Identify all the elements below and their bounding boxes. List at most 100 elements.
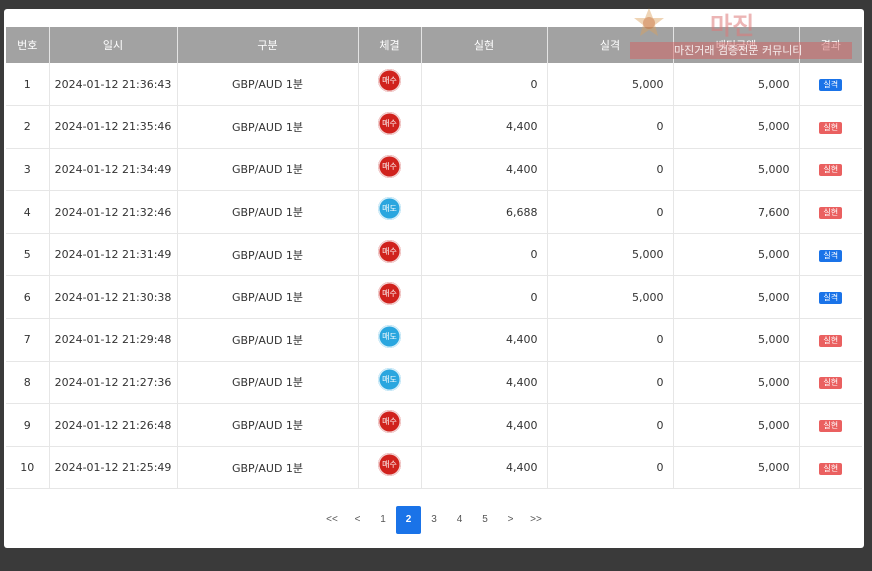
cell-bet: 5,000 — [673, 446, 800, 490]
cell-realized: 4,400 — [421, 148, 548, 192]
cell-datetime: 2024-01-12 21:25:49 — [49, 446, 178, 490]
cell-no: 2 — [6, 105, 50, 149]
cell-type: GBP/AUD 1분 — [177, 318, 359, 362]
column-header: 실현 — [421, 27, 548, 63]
table-row: 9 2024-01-12 21:26:48 GBP/AUD 1분 매수 4,400 0 5,… — [6, 403, 862, 447]
cell-realized: 6,688 — [421, 190, 548, 234]
table-header-row: 번호 일시 구분 체결 실현 실격 배팅금액 결과 — [6, 27, 862, 63]
cell-trade: 매수 — [358, 446, 422, 490]
buy-badge: 매수 — [378, 69, 401, 92]
cell-no: 6 — [6, 275, 50, 320]
cell-datetime: 2024-01-12 21:35:46 — [49, 105, 178, 149]
result-badge: 실현 — [819, 462, 843, 475]
cell-failed: 5,000 — [547, 233, 674, 277]
cell-result: 실현 — [799, 105, 862, 149]
cell-failed: 5,000 — [547, 63, 674, 107]
cell-no: 1 — [6, 63, 50, 107]
cell-realized: 4,400 — [421, 318, 548, 362]
cell-trade: 매수 — [358, 63, 422, 107]
table-row: 8 2024-01-12 21:27:36 GBP/AUD 1분 매도 4,400 0 5,… — [6, 361, 862, 405]
result-badge: 실현 — [819, 121, 843, 134]
sell-badge: 매도 — [378, 197, 401, 221]
cell-type: GBP/AUD 1분 — [177, 403, 359, 447]
cell-realized: 4,400 — [421, 403, 548, 447]
table-row: 2 2024-01-12 21:35:46 GBP/AUD 1분 매수 4,400 0 5,… — [6, 105, 862, 149]
result-badge: 실현 — [819, 420, 843, 433]
trade-history-table: 번호 일시 구분 체결 실현 실격 배팅금액 결과 1 2024-01-12 21:36:43 G… — [6, 27, 862, 490]
cell-type: GBP/AUD 1분 — [177, 361, 359, 405]
cell-bet: 5,000 — [673, 361, 800, 405]
cell-result: 실현 — [799, 148, 862, 192]
column-header: 체결 — [358, 27, 422, 63]
result-badge: 실현 — [819, 207, 843, 220]
cell-trade: 매수 — [358, 233, 422, 277]
cell-realized: 4,400 — [421, 446, 548, 490]
cell-type: GBP/AUD 1분 — [177, 275, 359, 320]
cell-no: 5 — [6, 233, 50, 277]
result-badge: 실격 — [819, 249, 843, 262]
cell-bet: 5,000 — [673, 148, 800, 192]
cell-bet: 5,000 — [673, 275, 800, 320]
cell-trade: 매도 — [358, 318, 422, 362]
first-page-button[interactable]: << — [319, 506, 345, 534]
cell-bet: 5,000 — [673, 63, 800, 107]
cell-realized: 0 — [421, 275, 548, 320]
page-button-3[interactable]: 3 — [421, 506, 447, 534]
cell-failed: 5,000 — [547, 275, 674, 320]
prev-page-button[interactable]: < — [345, 506, 371, 534]
sell-badge: 매도 — [378, 367, 401, 391]
result-badge: 실현 — [819, 164, 843, 177]
cell-result: 실현 — [799, 318, 862, 362]
cell-bet: 5,000 — [673, 233, 800, 277]
page-button-1[interactable]: 1 — [370, 506, 396, 534]
cell-failed: 0 — [547, 190, 674, 234]
cell-no: 3 — [6, 148, 50, 192]
cell-realized: 0 — [421, 233, 548, 277]
last-page-button[interactable]: >> — [523, 506, 549, 534]
result-badge: 실격 — [819, 292, 843, 305]
cell-trade: 매수 — [358, 403, 422, 447]
cell-no: 8 — [6, 361, 50, 405]
buy-badge: 매수 — [378, 239, 401, 263]
cell-failed: 0 — [547, 318, 674, 362]
cell-type: GBP/AUD 1분 — [177, 233, 359, 277]
cell-datetime: 2024-01-12 21:26:48 — [49, 403, 178, 447]
cell-result: 실격 — [799, 275, 862, 320]
buy-badge: 매수 — [378, 112, 401, 136]
buy-badge: 매수 — [378, 410, 401, 434]
column-header: 배팅금액 — [673, 27, 800, 63]
cell-bet: 5,000 — [673, 318, 800, 362]
cell-no: 7 — [6, 318, 50, 362]
cell-result: 실현 — [799, 361, 862, 405]
table-row: 3 2024-01-12 21:34:49 GBP/AUD 1분 매수 4,400 0 5,… — [6, 148, 862, 192]
column-header: 일시 — [49, 27, 178, 63]
column-header: 번호 — [6, 27, 50, 63]
cell-trade: 매수 — [358, 275, 422, 320]
cell-result: 실현 — [799, 190, 862, 234]
cell-trade: 매도 — [358, 361, 422, 405]
cell-no: 4 — [6, 190, 50, 234]
cell-result: 실현 — [799, 403, 862, 447]
buy-badge: 매수 — [378, 282, 401, 306]
cell-bet: 5,000 — [673, 403, 800, 447]
page-button-5[interactable]: 5 — [472, 506, 498, 534]
cell-realized: 4,400 — [421, 105, 548, 149]
cell-failed: 0 — [547, 361, 674, 405]
page-button-4[interactable]: 4 — [447, 506, 473, 534]
column-header: 실격 — [547, 27, 674, 63]
next-page-button[interactable]: > — [498, 506, 524, 534]
table-row: 7 2024-01-12 21:29:48 GBP/AUD 1분 매도 4,400 0 5,… — [6, 318, 862, 362]
column-header: 결과 — [799, 27, 862, 63]
cell-bet: 7,600 — [673, 190, 800, 234]
cell-failed: 0 — [547, 446, 674, 490]
cell-no: 10 — [6, 446, 50, 490]
cell-failed: 0 — [547, 148, 674, 192]
table-row: 4 2024-01-12 21:32:46 GBP/AUD 1분 매도 6,688 0 7,… — [6, 190, 862, 234]
table-body: 1 2024-01-12 21:36:43 GBP/AUD 1분 매수 0 5,000 5,… — [6, 63, 862, 490]
page-button-2[interactable]: 2 — [395, 506, 422, 534]
cell-result: 실현 — [799, 446, 862, 490]
result-badge: 실현 — [819, 334, 843, 347]
cell-type: GBP/AUD 1분 — [177, 105, 359, 149]
cell-failed: 0 — [547, 403, 674, 447]
cell-failed: 0 — [547, 105, 674, 149]
